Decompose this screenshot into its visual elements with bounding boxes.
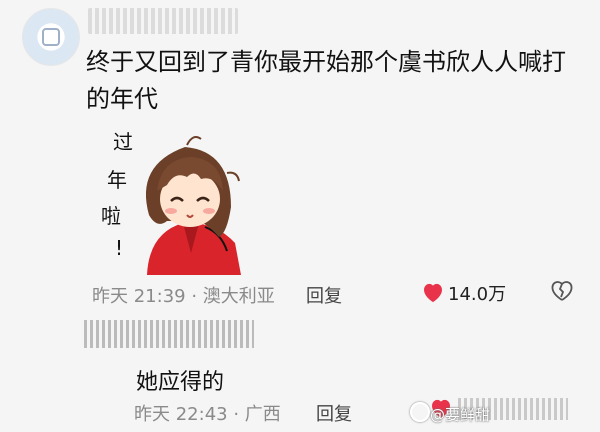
watermark-badge-icon [410, 402, 430, 422]
comment-meta: 昨天 22:43 · 广西 [134, 404, 281, 425]
reply-button[interactable]: 回复 [306, 282, 342, 308]
avatar-mark [42, 28, 60, 46]
comment-meta: 昨天 21:39 · 澳大利亚 [92, 286, 275, 307]
like-count: 14.0万 [448, 284, 507, 305]
girl-illustration [145, 136, 241, 275]
sticker-image[interactable]: 过 年 啦 ! [95, 125, 245, 275]
heart-icon [424, 283, 442, 303]
broken-heart-icon [551, 281, 573, 301]
comment-text: 终于又回到了青你最开始那个虞书欣人人喊打的年代 [86, 48, 566, 113]
watermark-text: @要鲜甜 [430, 406, 491, 424]
dislike-button[interactable] [550, 280, 574, 306]
avatar[interactable] [22, 8, 80, 66]
username-blurred[interactable] [88, 8, 238, 34]
reply-button[interactable]: 回复 [316, 400, 352, 426]
comment-text: 她应得的 [136, 370, 225, 395]
like-button[interactable]: 14.0万 [422, 280, 506, 306]
username-blurred[interactable] [84, 320, 254, 348]
